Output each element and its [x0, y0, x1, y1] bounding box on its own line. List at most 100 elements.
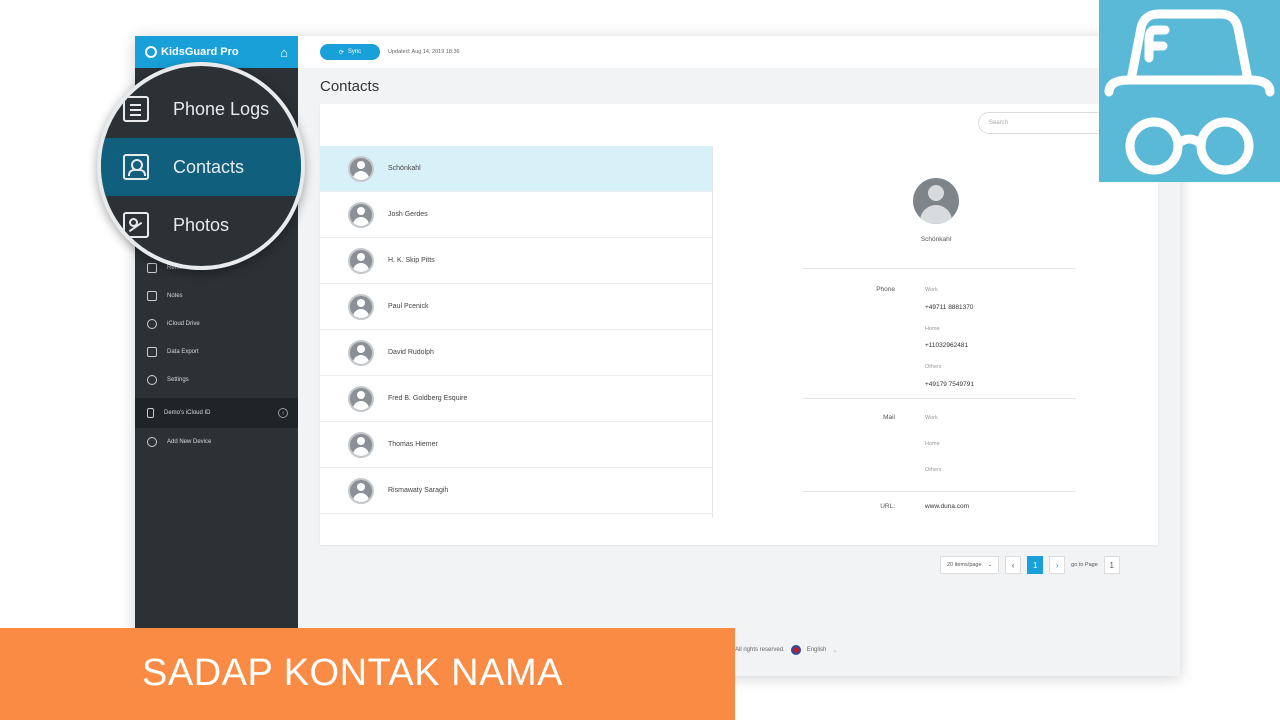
- detail-name: Schönkahl: [920, 236, 952, 243]
- banner-text: SADAP KONTAK NAMA: [142, 652, 563, 694]
- list-item[interactable]: Thomas Hiemer: [320, 422, 712, 468]
- reminder-icon: [147, 263, 157, 273]
- updated-timestamp: Updated: Aug 14, 2019 18:36: [388, 49, 460, 55]
- phone-device-icon: [147, 408, 154, 418]
- home-icon[interactable]: ⌂: [280, 45, 288, 60]
- phone-work-label: Work: [925, 287, 938, 293]
- phone-home-value: +11032962481: [925, 342, 969, 349]
- sync-button[interactable]: ⟳ Sync: [320, 44, 380, 60]
- sidebar-device[interactable]: Demo's iCloud ID ‹: [135, 398, 298, 428]
- add-circle-icon: [147, 437, 157, 447]
- device-label: Demo's iCloud ID: [164, 410, 211, 416]
- phone-others-value: +49179 7549791: [925, 381, 974, 388]
- search-input[interactable]: Search: [978, 112, 1108, 134]
- avatar-icon: [348, 339, 374, 366]
- per-page-select[interactable]: 20 items/page ⌄: [940, 556, 1000, 574]
- contact-list: Schönkahl Josh Gerdes H. K. Skip Pitts P…: [320, 146, 713, 518]
- contact-avatar-icon: [913, 178, 959, 224]
- language-select[interactable]: English: [807, 647, 827, 653]
- sidebar-item-settings[interactable]: Settings: [135, 366, 298, 394]
- sidebar-item-label: Data Export: [167, 349, 199, 355]
- page-title: Contacts: [320, 78, 380, 95]
- phone-home-label: Home: [925, 326, 940, 332]
- next-page-button[interactable]: ›: [1049, 556, 1066, 574]
- divider: [803, 491, 1076, 492]
- contact-name: Paul Pcenick: [388, 303, 429, 310]
- avatar-icon: [348, 293, 374, 320]
- brand-name: KidsGuard Pro: [161, 46, 239, 58]
- stage: KidsGuard Pro ⌂ Reminders Notes iCloud D…: [0, 0, 1280, 720]
- avatar-icon: [348, 155, 374, 182]
- goto-page-input[interactable]: 1: [1103, 556, 1120, 574]
- page-button[interactable]: 1: [1027, 556, 1044, 574]
- list-item[interactable]: Josh Gerdes: [320, 192, 712, 238]
- export-icon: [147, 347, 157, 357]
- chevron-down-icon: ⌄: [987, 562, 993, 568]
- pagination: 20 items/page ⌄ ‹ 1 › go to Page 1: [940, 556, 1120, 574]
- sidebar-item-data-export[interactable]: Data Export: [135, 338, 298, 366]
- mail-home-label: Home: [925, 441, 940, 447]
- divider: [803, 398, 1076, 399]
- divider: [803, 268, 1076, 269]
- contacts-icon: [123, 154, 149, 180]
- list-item[interactable]: Rismawaty Saragih: [320, 468, 712, 514]
- mail-others-label: Others: [925, 467, 942, 473]
- footer: All rights reserved. English ⌄: [735, 645, 837, 655]
- menu-item-label: Phone Logs: [173, 98, 270, 119]
- sidebar-item-icloud-drive[interactable]: iCloud Drive: [135, 310, 298, 338]
- list-item[interactable]: H. K. Skip Pitts: [320, 238, 712, 284]
- menu-item-label: Contacts: [173, 156, 245, 177]
- sidebar-item-label: Settings: [167, 377, 189, 383]
- flag-icon: [790, 645, 801, 655]
- contact-name: David Rudolph: [388, 349, 434, 356]
- url-value[interactable]: www.duna.com: [925, 503, 969, 510]
- spy-badge: [1099, 0, 1280, 182]
- magnifier-callout: Phone Logs Contacts Photos: [97, 62, 305, 270]
- sidebar-item-label: iCloud Drive: [167, 321, 200, 327]
- menu-item-contacts[interactable]: Contacts: [101, 138, 301, 196]
- phone-logs-icon: [123, 96, 149, 122]
- sync-label: Sync: [347, 49, 362, 55]
- sidebar-item-label: Notes: [167, 293, 183, 299]
- contact-name: Schönkahl: [388, 165, 421, 172]
- rights-text: All rights reserved.: [735, 647, 785, 653]
- mail-work-label: Work: [925, 415, 938, 421]
- url-label: URL:: [880, 503, 895, 510]
- avatar-icon: [348, 201, 374, 228]
- contact-detail: Schönkahl Phone Work +49711 8881370 Home…: [713, 146, 1158, 518]
- contacts-panel: Search Schönkahl Josh Gerdes H. K. Skip …: [320, 104, 1158, 545]
- contact-name: Josh Gerdes: [388, 211, 428, 218]
- notes-icon: [147, 291, 157, 301]
- mail-label: Mail: [883, 414, 895, 421]
- sidebar-list: Reminders Notes iCloud Drive Data Export…: [135, 254, 298, 456]
- avatar-icon: [348, 477, 374, 504]
- photos-icon: [123, 212, 149, 238]
- brand-logo-icon: [145, 46, 157, 58]
- sidebar-item-notes[interactable]: Notes: [135, 282, 298, 310]
- contact-name: H. K. Skip Pitts: [388, 257, 435, 264]
- top-bar: ⟳ Sync Updated: Aug 14, 2019 18:36: [298, 36, 1180, 68]
- list-item[interactable]: Schönkahl: [320, 146, 712, 192]
- sidebar-add-device[interactable]: Add New Device: [135, 428, 298, 456]
- contact-name: Thomas Hiemer: [388, 441, 438, 448]
- spy-hat-glasses-icon: [1104, 9, 1275, 175]
- contact-name: Fred B. Goldberg Esquire: [388, 395, 468, 402]
- avatar-icon: [348, 247, 374, 274]
- per-page-value: 20 items/page: [947, 562, 982, 568]
- gear-icon: [147, 375, 157, 385]
- prev-page-button[interactable]: ‹: [1005, 556, 1022, 574]
- phone-others-label: Others: [925, 364, 942, 370]
- menu-item-label: Photos: [173, 214, 230, 235]
- phone-label: Phone: [876, 286, 895, 293]
- contact-name: Rismawaty Saragih: [388, 487, 449, 494]
- sync-icon: ⟳: [338, 49, 344, 56]
- list-item[interactable]: David Rudolph: [320, 330, 712, 376]
- chevron-down-icon: ⌄: [832, 647, 838, 654]
- switch-device-icon[interactable]: ‹: [278, 408, 288, 418]
- menu-item-photos[interactable]: Photos: [101, 196, 301, 254]
- list-item[interactable]: Fred B. Goldberg Esquire: [320, 376, 712, 422]
- cloud-icon: [147, 319, 157, 329]
- menu-item-phone-logs[interactable]: Phone Logs: [101, 80, 301, 138]
- add-device-label: Add New Device: [167, 439, 212, 445]
- list-item[interactable]: Paul Pcenick: [320, 284, 712, 330]
